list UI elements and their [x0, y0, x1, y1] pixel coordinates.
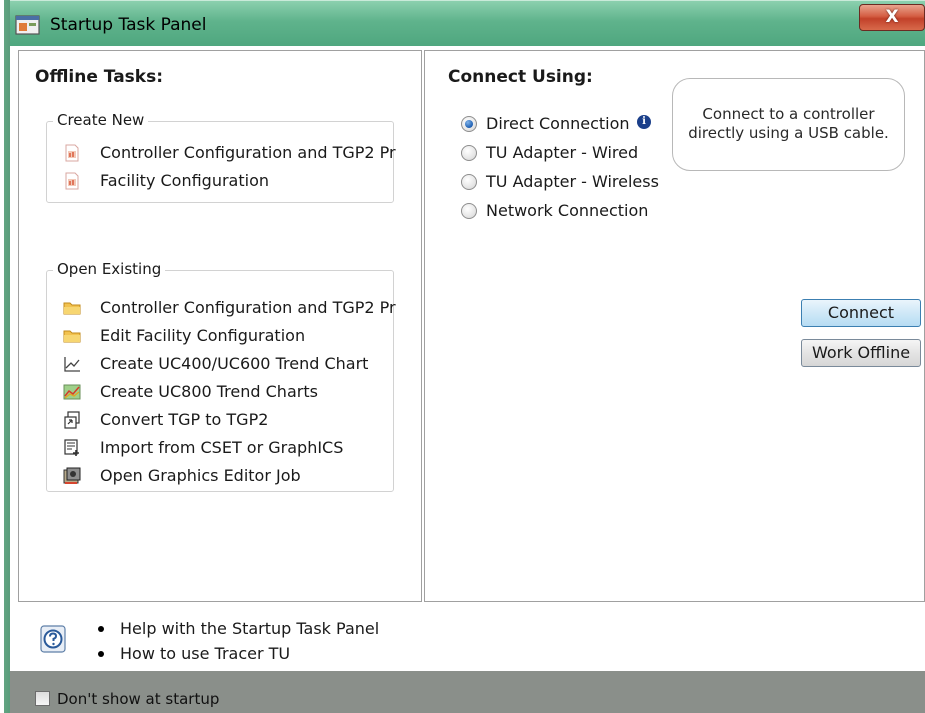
open-controller-configuration-link[interactable]: Controller Configuration and TGP2 Pr — [63, 295, 403, 321]
task-label: Convert TGP to TGP2 — [100, 410, 269, 429]
work-offline-button[interactable]: Work Offline — [801, 339, 921, 367]
offline-tasks-heading: Offline Tasks: — [35, 67, 164, 87]
create-new-legend: Create New — [53, 111, 149, 129]
window-title: Startup Task Panel — [50, 15, 207, 35]
convert-icon — [64, 411, 80, 429]
open-existing-legend: Open Existing — [53, 260, 166, 278]
task-label: Create UC400/UC600 Trend Chart — [100, 354, 369, 373]
import-icon — [64, 439, 79, 456]
footer-bar: Don't show at startup — [10, 671, 925, 713]
bullet — [98, 626, 104, 632]
radio-label: Network Connection — [486, 201, 649, 220]
close-button[interactable]: X — [859, 4, 925, 31]
dont-show-at-startup-label[interactable]: Don't show at startup — [57, 690, 219, 708]
new-document-icon — [65, 144, 79, 162]
radio-label: TU Adapter - Wireless — [486, 172, 659, 191]
radio-direct-connection[interactable]: Direct Connection i — [461, 112, 681, 138]
connect-using-pane: Connect Using: Direct Connection i TU Ad… — [424, 50, 925, 602]
task-label: Controller Configuration and TGP2 Pr — [100, 298, 396, 317]
open-existing-group: Open Existing Controller Configuration a… — [46, 260, 396, 492]
radio-tu-adapter-wireless[interactable]: TU Adapter - Wireless — [461, 170, 681, 196]
help-link-label: Help with the Startup Task Panel — [120, 619, 380, 638]
create-controller-configuration-link[interactable]: Controller Configuration and TGP2 Pr — [63, 140, 403, 166]
create-new-group: Create New Controller Configuration and … — [46, 111, 396, 203]
line-chart-icon — [64, 357, 80, 372]
tooltip-line-2: directly using a USB cable. — [688, 124, 889, 142]
graphics-job-icon — [63, 467, 81, 484]
connect-button[interactable]: Connect — [801, 299, 921, 327]
create-uc400-uc600-trend-chart-link[interactable]: Create UC400/UC600 Trend Chart — [63, 351, 403, 377]
panel-content: Offline Tasks: Create New Controller Con… — [10, 46, 925, 671]
dont-show-at-startup-checkbox[interactable] — [35, 691, 50, 706]
help-question-icon[interactable] — [40, 625, 66, 653]
open-graphics-editor-job-link[interactable]: Open Graphics Editor Job — [63, 463, 403, 489]
edit-facility-configuration-link[interactable]: Edit Facility Configuration — [63, 323, 403, 349]
create-facility-configuration-link[interactable]: Facility Configuration — [63, 168, 403, 194]
radio-button[interactable] — [461, 145, 477, 161]
task-label: Import from CSET or GraphICS — [100, 438, 344, 457]
close-icon: X — [885, 7, 899, 27]
task-label: Open Graphics Editor Job — [100, 466, 301, 485]
radio-network-connection[interactable]: Network Connection — [461, 199, 681, 225]
window-left-border — [0, 0, 10, 713]
radio-button[interactable] — [461, 174, 477, 190]
task-label: Create UC800 Trend Charts — [100, 382, 318, 401]
radio-tu-adapter-wired[interactable]: TU Adapter - Wired — [461, 141, 681, 167]
offline-tasks-pane: Offline Tasks: Create New Controller Con… — [18, 50, 422, 602]
folder-icon — [63, 302, 81, 315]
app-window-icon — [15, 15, 40, 35]
chart-image-icon — [63, 384, 81, 400]
task-label: Facility Configuration — [100, 171, 270, 190]
radio-button-selected[interactable] — [461, 116, 477, 132]
title-bar[interactable]: Startup Task Panel X — [10, 0, 925, 46]
folder-icon — [63, 330, 81, 343]
new-document-icon — [65, 172, 79, 190]
create-uc800-trend-charts-link[interactable]: Create UC800 Trend Charts — [63, 379, 403, 405]
tooltip-line-1: Connect to a controller — [702, 105, 875, 123]
radio-button[interactable] — [461, 203, 477, 219]
import-from-cset-or-graphics-link[interactable]: Import from CSET or GraphICS — [63, 435, 403, 461]
task-label: Controller Configuration and TGP2 Pr — [100, 143, 396, 162]
info-icon[interactable]: i — [637, 115, 651, 129]
connect-using-heading: Connect Using: — [448, 67, 593, 87]
radio-label: TU Adapter - Wired — [486, 143, 639, 162]
help-link-label: How to use Tracer TU — [120, 644, 291, 663]
connection-tooltip: Connect to a controller directly using a… — [672, 78, 905, 171]
startup-task-panel-window: Startup Task Panel X Offline Tasks: Crea… — [10, 0, 925, 713]
bullet — [98, 651, 104, 657]
radio-label: Direct Connection — [486, 114, 630, 133]
task-label: Edit Facility Configuration — [100, 326, 306, 345]
help-area: Help with the Startup Task Panel How to … — [10, 602, 925, 671]
convert-tgp-to-tgp2-link[interactable]: Convert TGP to TGP2 — [63, 407, 403, 433]
